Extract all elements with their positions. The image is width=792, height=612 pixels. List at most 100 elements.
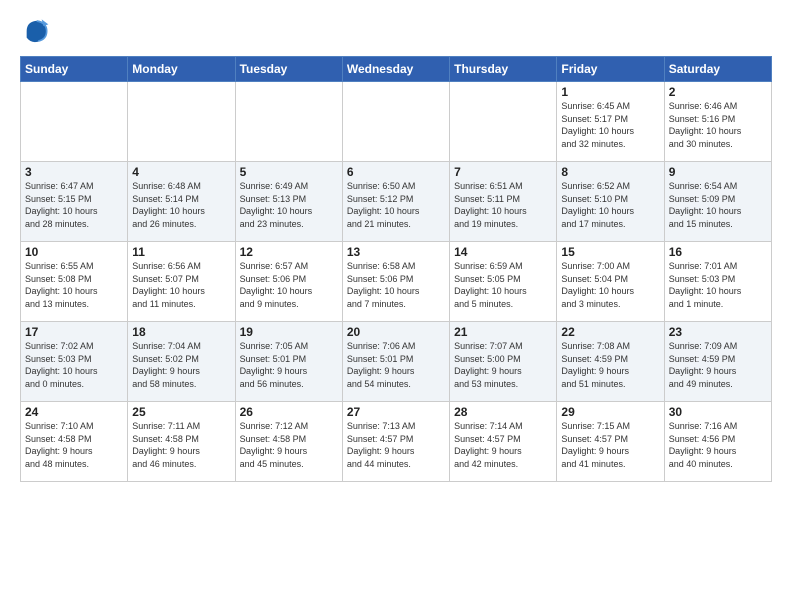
calendar-cell: 17Sunrise: 7:02 AM Sunset: 5:03 PM Dayli… — [21, 322, 128, 402]
day-info: Sunrise: 7:04 AM Sunset: 5:02 PM Dayligh… — [132, 340, 230, 390]
day-number: 22 — [561, 325, 659, 339]
weekday-header-wednesday: Wednesday — [342, 57, 449, 82]
day-number: 3 — [25, 165, 123, 179]
day-info: Sunrise: 7:15 AM Sunset: 4:57 PM Dayligh… — [561, 420, 659, 470]
day-number: 11 — [132, 245, 230, 259]
calendar-cell: 10Sunrise: 6:55 AM Sunset: 5:08 PM Dayli… — [21, 242, 128, 322]
day-number: 6 — [347, 165, 445, 179]
day-info: Sunrise: 7:14 AM Sunset: 4:57 PM Dayligh… — [454, 420, 552, 470]
calendar-cell: 23Sunrise: 7:09 AM Sunset: 4:59 PM Dayli… — [664, 322, 771, 402]
day-info: Sunrise: 7:10 AM Sunset: 4:58 PM Dayligh… — [25, 420, 123, 470]
calendar-cell: 30Sunrise: 7:16 AM Sunset: 4:56 PM Dayli… — [664, 402, 771, 482]
calendar-cell: 28Sunrise: 7:14 AM Sunset: 4:57 PM Dayli… — [450, 402, 557, 482]
calendar-cell — [235, 82, 342, 162]
day-number: 27 — [347, 405, 445, 419]
calendar-cell: 25Sunrise: 7:11 AM Sunset: 4:58 PM Dayli… — [128, 402, 235, 482]
day-number: 16 — [669, 245, 767, 259]
calendar-cell: 5Sunrise: 6:49 AM Sunset: 5:13 PM Daylig… — [235, 162, 342, 242]
day-number: 17 — [25, 325, 123, 339]
calendar-cell: 21Sunrise: 7:07 AM Sunset: 5:00 PM Dayli… — [450, 322, 557, 402]
calendar-cell: 8Sunrise: 6:52 AM Sunset: 5:10 PM Daylig… — [557, 162, 664, 242]
day-number: 29 — [561, 405, 659, 419]
day-info: Sunrise: 7:09 AM Sunset: 4:59 PM Dayligh… — [669, 340, 767, 390]
day-number: 4 — [132, 165, 230, 179]
day-number: 18 — [132, 325, 230, 339]
calendar-week-2: 3Sunrise: 6:47 AM Sunset: 5:15 PM Daylig… — [21, 162, 772, 242]
calendar-cell — [21, 82, 128, 162]
day-number: 28 — [454, 405, 552, 419]
day-info: Sunrise: 6:57 AM Sunset: 5:06 PM Dayligh… — [240, 260, 338, 310]
calendar-week-3: 10Sunrise: 6:55 AM Sunset: 5:08 PM Dayli… — [21, 242, 772, 322]
calendar-cell: 27Sunrise: 7:13 AM Sunset: 4:57 PM Dayli… — [342, 402, 449, 482]
calendar-cell: 12Sunrise: 6:57 AM Sunset: 5:06 PM Dayli… — [235, 242, 342, 322]
weekday-header-thursday: Thursday — [450, 57, 557, 82]
weekday-header-sunday: Sunday — [21, 57, 128, 82]
day-info: Sunrise: 6:55 AM Sunset: 5:08 PM Dayligh… — [25, 260, 123, 310]
day-info: Sunrise: 6:54 AM Sunset: 5:09 PM Dayligh… — [669, 180, 767, 230]
day-number: 14 — [454, 245, 552, 259]
calendar-cell: 24Sunrise: 7:10 AM Sunset: 4:58 PM Dayli… — [21, 402, 128, 482]
calendar-cell: 29Sunrise: 7:15 AM Sunset: 4:57 PM Dayli… — [557, 402, 664, 482]
day-number: 9 — [669, 165, 767, 179]
calendar-cell: 11Sunrise: 6:56 AM Sunset: 5:07 PM Dayli… — [128, 242, 235, 322]
day-number: 2 — [669, 85, 767, 99]
day-number: 25 — [132, 405, 230, 419]
day-info: Sunrise: 7:12 AM Sunset: 4:58 PM Dayligh… — [240, 420, 338, 470]
day-info: Sunrise: 6:46 AM Sunset: 5:16 PM Dayligh… — [669, 100, 767, 150]
day-number: 7 — [454, 165, 552, 179]
day-number: 20 — [347, 325, 445, 339]
weekday-header-row: SundayMondayTuesdayWednesdayThursdayFrid… — [21, 57, 772, 82]
calendar-week-5: 24Sunrise: 7:10 AM Sunset: 4:58 PM Dayli… — [21, 402, 772, 482]
day-info: Sunrise: 7:13 AM Sunset: 4:57 PM Dayligh… — [347, 420, 445, 470]
calendar-cell: 15Sunrise: 7:00 AM Sunset: 5:04 PM Dayli… — [557, 242, 664, 322]
day-number: 21 — [454, 325, 552, 339]
day-info: Sunrise: 6:45 AM Sunset: 5:17 PM Dayligh… — [561, 100, 659, 150]
day-info: Sunrise: 7:01 AM Sunset: 5:03 PM Dayligh… — [669, 260, 767, 310]
day-number: 10 — [25, 245, 123, 259]
weekday-header-monday: Monday — [128, 57, 235, 82]
logo-icon — [20, 16, 50, 46]
day-number: 13 — [347, 245, 445, 259]
day-number: 19 — [240, 325, 338, 339]
day-number: 26 — [240, 405, 338, 419]
day-info: Sunrise: 6:48 AM Sunset: 5:14 PM Dayligh… — [132, 180, 230, 230]
calendar-cell: 4Sunrise: 6:48 AM Sunset: 5:14 PM Daylig… — [128, 162, 235, 242]
calendar-cell: 19Sunrise: 7:05 AM Sunset: 5:01 PM Dayli… — [235, 322, 342, 402]
day-number: 24 — [25, 405, 123, 419]
day-info: Sunrise: 7:08 AM Sunset: 4:59 PM Dayligh… — [561, 340, 659, 390]
calendar-cell: 26Sunrise: 7:12 AM Sunset: 4:58 PM Dayli… — [235, 402, 342, 482]
calendar-cell: 9Sunrise: 6:54 AM Sunset: 5:09 PM Daylig… — [664, 162, 771, 242]
calendar-cell: 16Sunrise: 7:01 AM Sunset: 5:03 PM Dayli… — [664, 242, 771, 322]
calendar-cell: 3Sunrise: 6:47 AM Sunset: 5:15 PM Daylig… — [21, 162, 128, 242]
header — [20, 16, 772, 46]
day-number: 15 — [561, 245, 659, 259]
day-info: Sunrise: 6:59 AM Sunset: 5:05 PM Dayligh… — [454, 260, 552, 310]
calendar-cell — [342, 82, 449, 162]
page: SundayMondayTuesdayWednesdayThursdayFrid… — [0, 0, 792, 492]
calendar-cell: 1Sunrise: 6:45 AM Sunset: 5:17 PM Daylig… — [557, 82, 664, 162]
day-number: 5 — [240, 165, 338, 179]
calendar-cell: 18Sunrise: 7:04 AM Sunset: 5:02 PM Dayli… — [128, 322, 235, 402]
calendar-cell: 22Sunrise: 7:08 AM Sunset: 4:59 PM Dayli… — [557, 322, 664, 402]
day-info: Sunrise: 6:49 AM Sunset: 5:13 PM Dayligh… — [240, 180, 338, 230]
day-info: Sunrise: 6:58 AM Sunset: 5:06 PM Dayligh… — [347, 260, 445, 310]
weekday-header-tuesday: Tuesday — [235, 57, 342, 82]
logo — [20, 16, 54, 46]
day-number: 12 — [240, 245, 338, 259]
calendar-cell: 2Sunrise: 6:46 AM Sunset: 5:16 PM Daylig… — [664, 82, 771, 162]
calendar-week-4: 17Sunrise: 7:02 AM Sunset: 5:03 PM Dayli… — [21, 322, 772, 402]
calendar-cell: 20Sunrise: 7:06 AM Sunset: 5:01 PM Dayli… — [342, 322, 449, 402]
calendar-table: SundayMondayTuesdayWednesdayThursdayFrid… — [20, 56, 772, 482]
calendar-cell: 7Sunrise: 6:51 AM Sunset: 5:11 PM Daylig… — [450, 162, 557, 242]
day-info: Sunrise: 7:16 AM Sunset: 4:56 PM Dayligh… — [669, 420, 767, 470]
day-info: Sunrise: 7:05 AM Sunset: 5:01 PM Dayligh… — [240, 340, 338, 390]
day-info: Sunrise: 7:06 AM Sunset: 5:01 PM Dayligh… — [347, 340, 445, 390]
day-number: 8 — [561, 165, 659, 179]
calendar-cell: 6Sunrise: 6:50 AM Sunset: 5:12 PM Daylig… — [342, 162, 449, 242]
weekday-header-friday: Friday — [557, 57, 664, 82]
calendar-week-1: 1Sunrise: 6:45 AM Sunset: 5:17 PM Daylig… — [21, 82, 772, 162]
day-number: 30 — [669, 405, 767, 419]
day-info: Sunrise: 7:07 AM Sunset: 5:00 PM Dayligh… — [454, 340, 552, 390]
day-info: Sunrise: 6:56 AM Sunset: 5:07 PM Dayligh… — [132, 260, 230, 310]
day-info: Sunrise: 6:51 AM Sunset: 5:11 PM Dayligh… — [454, 180, 552, 230]
